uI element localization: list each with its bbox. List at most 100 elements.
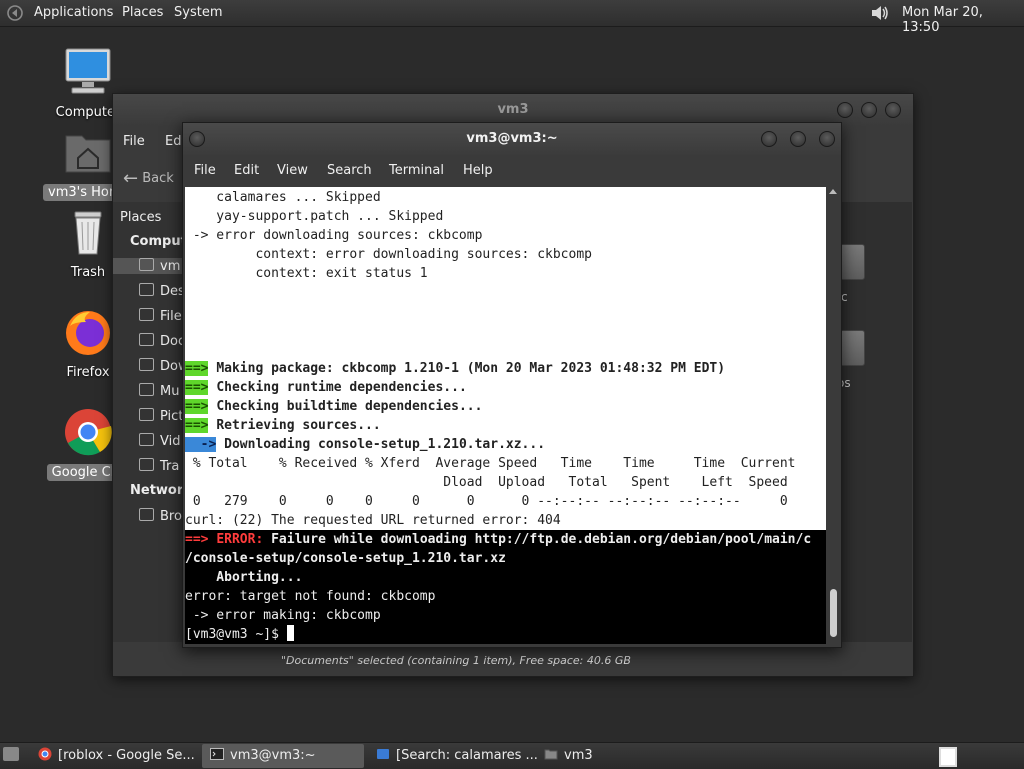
arrow-marker: -> — [185, 437, 217, 452]
file-manager-sidebar: Places Comput vm Des File Doc Dow Mu Pic… — [113, 202, 185, 642]
chrome-icon — [65, 409, 112, 456]
desktop-icon-label: Trash — [70, 265, 106, 280]
folder-icon — [139, 408, 154, 421]
task-terminal[interactable]: vm3@vm3:~ — [202, 744, 364, 768]
terminal-icon — [210, 748, 224, 760]
back-label: Back — [142, 171, 174, 186]
menu-help[interactable]: Help — [463, 163, 493, 178]
places-menu[interactable]: Places — [122, 5, 163, 20]
terminal-line: -> error making: ckbcomp — [185, 606, 826, 625]
home-folder-icon — [65, 135, 111, 173]
scrollbar-thumb[interactable] — [830, 589, 837, 637]
scroll-up-arrow-icon[interactable] — [829, 189, 837, 194]
places-dropdown[interactable]: Places — [120, 210, 161, 225]
applications-menu[interactable]: Applications — [34, 5, 113, 20]
terminal-line: calamares ... Skipped — [185, 190, 381, 205]
folder-icon — [139, 433, 154, 446]
distro-logo-icon[interactable] — [7, 5, 23, 21]
terminal-line: yay-support.patch ... Skipped — [185, 209, 444, 224]
shell-prompt: [vm3@vm3 ~]$ — [185, 627, 287, 642]
close-button[interactable] — [885, 102, 901, 118]
back-arrow-icon: ← — [123, 168, 139, 189]
terminal-line: context: error downloading sources: ckbc… — [185, 247, 592, 262]
minimize-button[interactable] — [761, 131, 777, 147]
terminal-line: curl: (22) The requested URL returned er… — [185, 513, 561, 528]
terminal-line: error: target not found: ckbcomp — [185, 587, 826, 606]
terminal-line: ==> Retrieving sources... — [185, 418, 381, 433]
terminal-scrollbar[interactable] — [827, 187, 840, 644]
menu-terminal[interactable]: Terminal — [389, 163, 444, 178]
back-button[interactable]: ← Back — [123, 168, 174, 189]
terminal-line: -> Downloading console-setup_1.210.tar.x… — [185, 437, 546, 452]
terminal-window[interactable]: vm3@vm3:~ File Edit View Search Terminal… — [182, 122, 842, 648]
chrome-icon — [38, 747, 52, 761]
sidebar-section-network: Network — [130, 483, 185, 498]
trash-icon — [139, 458, 154, 471]
terminal-line: -> error downloading sources: ckbcomp — [185, 228, 483, 243]
menu-file[interactable]: File — [194, 163, 216, 178]
sidebar-item-documents[interactable]: Doc — [139, 333, 185, 349]
drive-icon — [139, 308, 154, 321]
menu-view[interactable]: View — [277, 163, 308, 178]
menu-edit[interactable]: Edit — [234, 163, 259, 178]
folder-icon — [139, 333, 154, 346]
arrow-marker: ==> — [185, 361, 209, 376]
system-menu[interactable]: System — [174, 5, 222, 20]
terminal-line: ==> ERROR: Failure while downloading htt… — [185, 530, 826, 549]
sidebar-item-trash[interactable]: Tra — [139, 458, 179, 474]
sidebar-section-computer: Comput — [130, 234, 185, 249]
sidebar-item-videos[interactable]: Vid — [139, 433, 180, 449]
sidebar-item-filesystem[interactable]: File — [139, 308, 182, 324]
status-text: "Documents" selected (containing 1 item)… — [281, 654, 631, 667]
arrow-marker: ==> — [185, 399, 209, 414]
sidebar-item-desktop[interactable]: Des — [139, 283, 185, 299]
sidebar-item-music[interactable]: Mu — [139, 383, 179, 399]
menu-file[interactable]: File — [123, 134, 145, 149]
folder-icon — [139, 358, 154, 371]
terminal-titlebar[interactable]: vm3@vm3:~ — [183, 123, 841, 155]
terminal-line: context: exit status 1 — [185, 266, 428, 281]
home-icon — [139, 258, 154, 271]
menu-search[interactable]: Search — [327, 163, 372, 178]
terminal-menubar: File Edit View Search Terminal Help — [183, 155, 841, 187]
terminal-line: ==> Checking runtime dependencies... — [185, 380, 467, 395]
terminal-line: /console-setup/console-setup_1.210.tar.x… — [185, 549, 826, 568]
search-window-icon — [377, 749, 389, 759]
terminal-line: 0 279 0 0 0 0 0 0 --:--:-- --:--:-- --:-… — [185, 494, 788, 509]
sidebar-item-home[interactable]: vm — [113, 258, 185, 274]
task-search[interactable]: [Search: calamares ... — [368, 744, 538, 768]
task-file-manager[interactable]: vm3 — [536, 744, 646, 768]
text-cursor — [286, 625, 294, 641]
minimize-button[interactable] — [837, 102, 853, 118]
maximize-button[interactable] — [861, 102, 877, 118]
terminal-line: Dload Upload Total Spent Left Speed — [185, 475, 788, 490]
clock[interactable]: Mon Mar 20, 13:50 — [902, 5, 1024, 35]
sidebar-item-browse-network[interactable]: Bro — [139, 508, 182, 524]
folder-icon — [139, 383, 154, 396]
show-desktop-icon[interactable] — [3, 747, 19, 761]
maximize-button[interactable] — [790, 131, 806, 147]
folder-icon — [544, 749, 558, 760]
terminal-output[interactable]: calamares ... Skipped yay-support.patch … — [185, 187, 826, 644]
computer-icon — [65, 48, 111, 94]
arrow-marker: ==> — [185, 380, 209, 395]
firefox-icon — [66, 311, 110, 355]
file-manager-title: vm3 — [497, 102, 529, 117]
close-button[interactable] — [819, 131, 835, 147]
sidebar-item-downloads[interactable]: Dow — [139, 358, 185, 374]
desktop-icon-label: Firefox — [66, 365, 110, 380]
terminal-line: Aborting... — [185, 568, 826, 587]
terminal-prompt-line[interactable]: [vm3@vm3 ~]$ — [185, 625, 826, 644]
error-label: ERROR: — [216, 532, 264, 547]
network-icon — [139, 508, 154, 521]
workspace-switcher[interactable] — [939, 747, 957, 767]
trash-icon — [74, 211, 102, 255]
volume-icon[interactable] — [870, 4, 890, 22]
file-manager-statusbar: "Documents" selected (containing 1 item)… — [113, 646, 913, 676]
task-chrome[interactable]: [roblox - Google Se... — [30, 744, 198, 768]
arrow-marker: ==> — [185, 418, 209, 433]
sidebar-item-pictures[interactable]: Pict — [139, 408, 183, 424]
terminal-line: ==> Making package: ckbcomp 1.210-1 (Mon… — [185, 361, 726, 376]
terminal-line: ==> Checking buildtime dependencies... — [185, 399, 483, 414]
folder-icon — [139, 283, 154, 296]
